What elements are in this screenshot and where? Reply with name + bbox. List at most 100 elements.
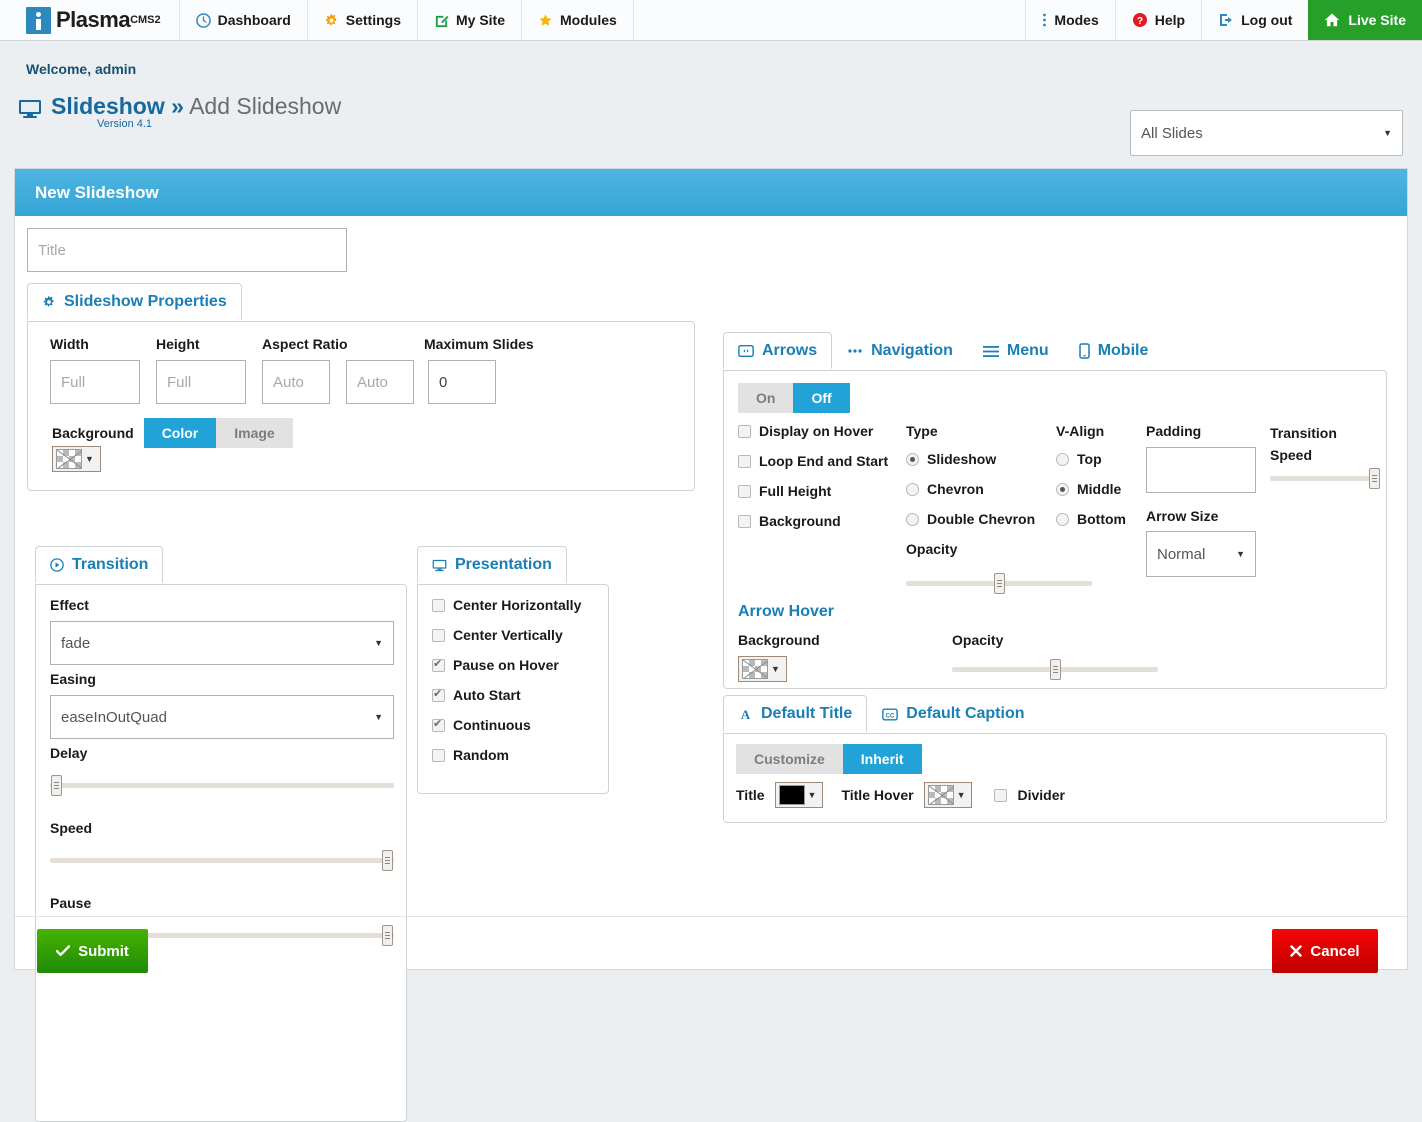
arrow-opacity-slider[interactable] — [906, 573, 1092, 594]
nav-modes[interactable]: Modes — [1025, 0, 1114, 40]
center-horizontally-checkbox[interactable] — [432, 598, 445, 612]
option-center-horizontally[interactable]: Center Horizontally — [432, 597, 608, 613]
delay-slider-handle[interactable] — [51, 775, 62, 796]
easing-select[interactable]: easeInOutQuad ▼ — [50, 695, 394, 739]
transition-speed-slider[interactable] — [1270, 468, 1380, 489]
pause-on-hover-checkbox[interactable] — [432, 657, 445, 672]
tab-arrows[interactable]: Arrows — [723, 332, 833, 369]
valign-middle-radio[interactable] — [1056, 482, 1069, 496]
valign-bottom-radio[interactable] — [1056, 512, 1069, 526]
tab-default-title[interactable]: A Default Title — [723, 695, 868, 732]
type-double-chevron-radio[interactable] — [906, 512, 919, 526]
tab-mobile[interactable]: Mobile — [1064, 332, 1164, 369]
background-mode-color[interactable]: Color — [143, 418, 217, 448]
tab-presentation[interactable]: Presentation — [417, 546, 567, 583]
nav-my-site[interactable]: My Site — [418, 0, 522, 40]
valign-option-middle[interactable]: Middle — [1056, 481, 1126, 497]
type-slideshow-radio[interactable] — [906, 452, 919, 466]
nav-modes-label: Modes — [1054, 12, 1099, 28]
type-option-double-chevron[interactable]: Double Chevron — [906, 511, 1035, 527]
tab-navigation[interactable]: Navigation — [832, 332, 968, 369]
nav-help[interactable]: ? Help — [1114, 0, 1201, 40]
arrows-toggle-off[interactable]: Off — [793, 383, 850, 413]
arrow-hover-background-swatch[interactable]: ▼ — [738, 656, 787, 682]
option-loop-end-and-start[interactable]: Loop End and Start — [738, 453, 888, 469]
default-title-mode-toggle: Customize Inherit — [736, 744, 922, 774]
arrow-size-select[interactable]: Normal ▼ — [1146, 531, 1256, 577]
speed-slider-handle[interactable] — [382, 850, 393, 871]
valign-option-bottom[interactable]: Bottom — [1056, 511, 1126, 527]
tab-slideshow-properties[interactable]: Slideshow Properties — [27, 283, 242, 320]
nav-modules[interactable]: Modules — [522, 0, 634, 40]
padding-input[interactable] — [1146, 447, 1256, 493]
brand-suffix: CMS2 — [130, 14, 161, 26]
width-input[interactable] — [50, 360, 140, 404]
type-option-slideshow[interactable]: Slideshow — [906, 451, 1035, 467]
type-option-chevron[interactable]: Chevron — [906, 481, 1035, 497]
valign-top-radio[interactable] — [1056, 452, 1069, 466]
option-display-on-hover[interactable]: Display on Hover — [738, 423, 888, 439]
divider-checkbox[interactable] — [994, 788, 1008, 802]
speed-slider[interactable] — [50, 850, 394, 871]
aspect-ratio-height-input[interactable] — [346, 360, 414, 404]
option-continuous[interactable]: Continuous — [432, 717, 608, 733]
breadcrumb-module[interactable]: Slideshow — [51, 93, 165, 119]
tab-menu[interactable]: Menu — [968, 332, 1064, 369]
arrow-hover-opacity-slider-handle[interactable] — [1050, 659, 1061, 680]
slides-filter-select[interactable]: All Slides ▼ — [1130, 110, 1403, 156]
speed-slider-track — [50, 858, 394, 863]
maximum-slides-input[interactable] — [428, 360, 496, 404]
arrow-opacity-slider-handle[interactable] — [994, 573, 1005, 594]
option-arrow-background[interactable]: Background — [738, 513, 888, 529]
background-color-swatch[interactable]: ▼ — [52, 446, 101, 472]
slideshow-title-input[interactable] — [27, 228, 347, 272]
title-hover-color-swatch[interactable]: ▼ — [923, 782, 973, 808]
center-vertically-label: Center Vertically — [453, 627, 563, 643]
pause-slider-handle[interactable] — [382, 925, 393, 946]
chevron-down-icon: ▼ — [374, 712, 383, 722]
option-full-height[interactable]: Full Height — [738, 483, 888, 499]
title-color-label: Title — [736, 787, 765, 803]
effect-select[interactable]: fade ▼ — [50, 621, 394, 665]
tab-default-caption[interactable]: CC Default Caption — [867, 695, 1039, 732]
aspect-ratio-width-input[interactable] — [262, 360, 330, 404]
nav-logout[interactable]: Log out — [1201, 0, 1308, 40]
cancel-button[interactable]: Cancel — [1272, 929, 1378, 973]
page-title: Slideshow » Add Slideshow — [51, 93, 341, 119]
full-height-checkbox[interactable] — [738, 484, 751, 498]
valign-option-top[interactable]: Top — [1056, 451, 1126, 467]
nav-settings[interactable]: Settings — [308, 0, 418, 40]
brand-logo[interactable]: Plasma CMS2 — [0, 0, 180, 40]
height-input[interactable] — [156, 360, 246, 404]
arrows-checkbox-column: Display on Hover Loop End and Start Full… — [738, 423, 888, 543]
transition-speed-slider-handle[interactable] — [1369, 468, 1380, 489]
random-checkbox[interactable] — [432, 748, 445, 762]
option-center-vertically[interactable]: Center Vertically — [432, 627, 608, 643]
arrow-hover-opacity-slider[interactable] — [952, 659, 1158, 680]
option-random[interactable]: Random — [432, 747, 608, 763]
submit-button[interactable]: Submit — [37, 929, 148, 973]
mobile-icon — [1078, 343, 1090, 359]
tab-transition[interactable]: Transition — [35, 546, 164, 583]
caption-cc-icon: CC — [882, 707, 899, 721]
title-color-swatch[interactable]: ▼ — [774, 782, 824, 808]
option-auto-start[interactable]: Auto Start — [432, 687, 608, 703]
type-chevron-radio[interactable] — [906, 482, 919, 496]
arrow-background-checkbox[interactable] — [738, 514, 751, 528]
delay-slider[interactable] — [50, 775, 394, 796]
center-horizontally-label: Center Horizontally — [453, 597, 582, 613]
loop-end-and-start-checkbox[interactable] — [738, 454, 751, 468]
background-mode-image[interactable]: Image — [216, 418, 293, 448]
option-pause-on-hover[interactable]: Pause on Hover — [432, 657, 608, 673]
live-site-label: Live Site — [1348, 12, 1406, 28]
gear-icon — [324, 13, 339, 28]
auto-start-checkbox[interactable] — [432, 687, 445, 702]
live-site-button[interactable]: Live Site — [1308, 0, 1422, 40]
continuous-checkbox[interactable] — [432, 717, 445, 732]
center-vertically-checkbox[interactable] — [432, 628, 445, 642]
arrows-toggle-on[interactable]: On — [738, 383, 794, 413]
default-title-customize[interactable]: Customize — [736, 744, 843, 774]
nav-dashboard[interactable]: Dashboard — [180, 0, 308, 40]
display-on-hover-checkbox[interactable] — [738, 424, 751, 438]
default-title-inherit[interactable]: Inherit — [842, 744, 922, 774]
